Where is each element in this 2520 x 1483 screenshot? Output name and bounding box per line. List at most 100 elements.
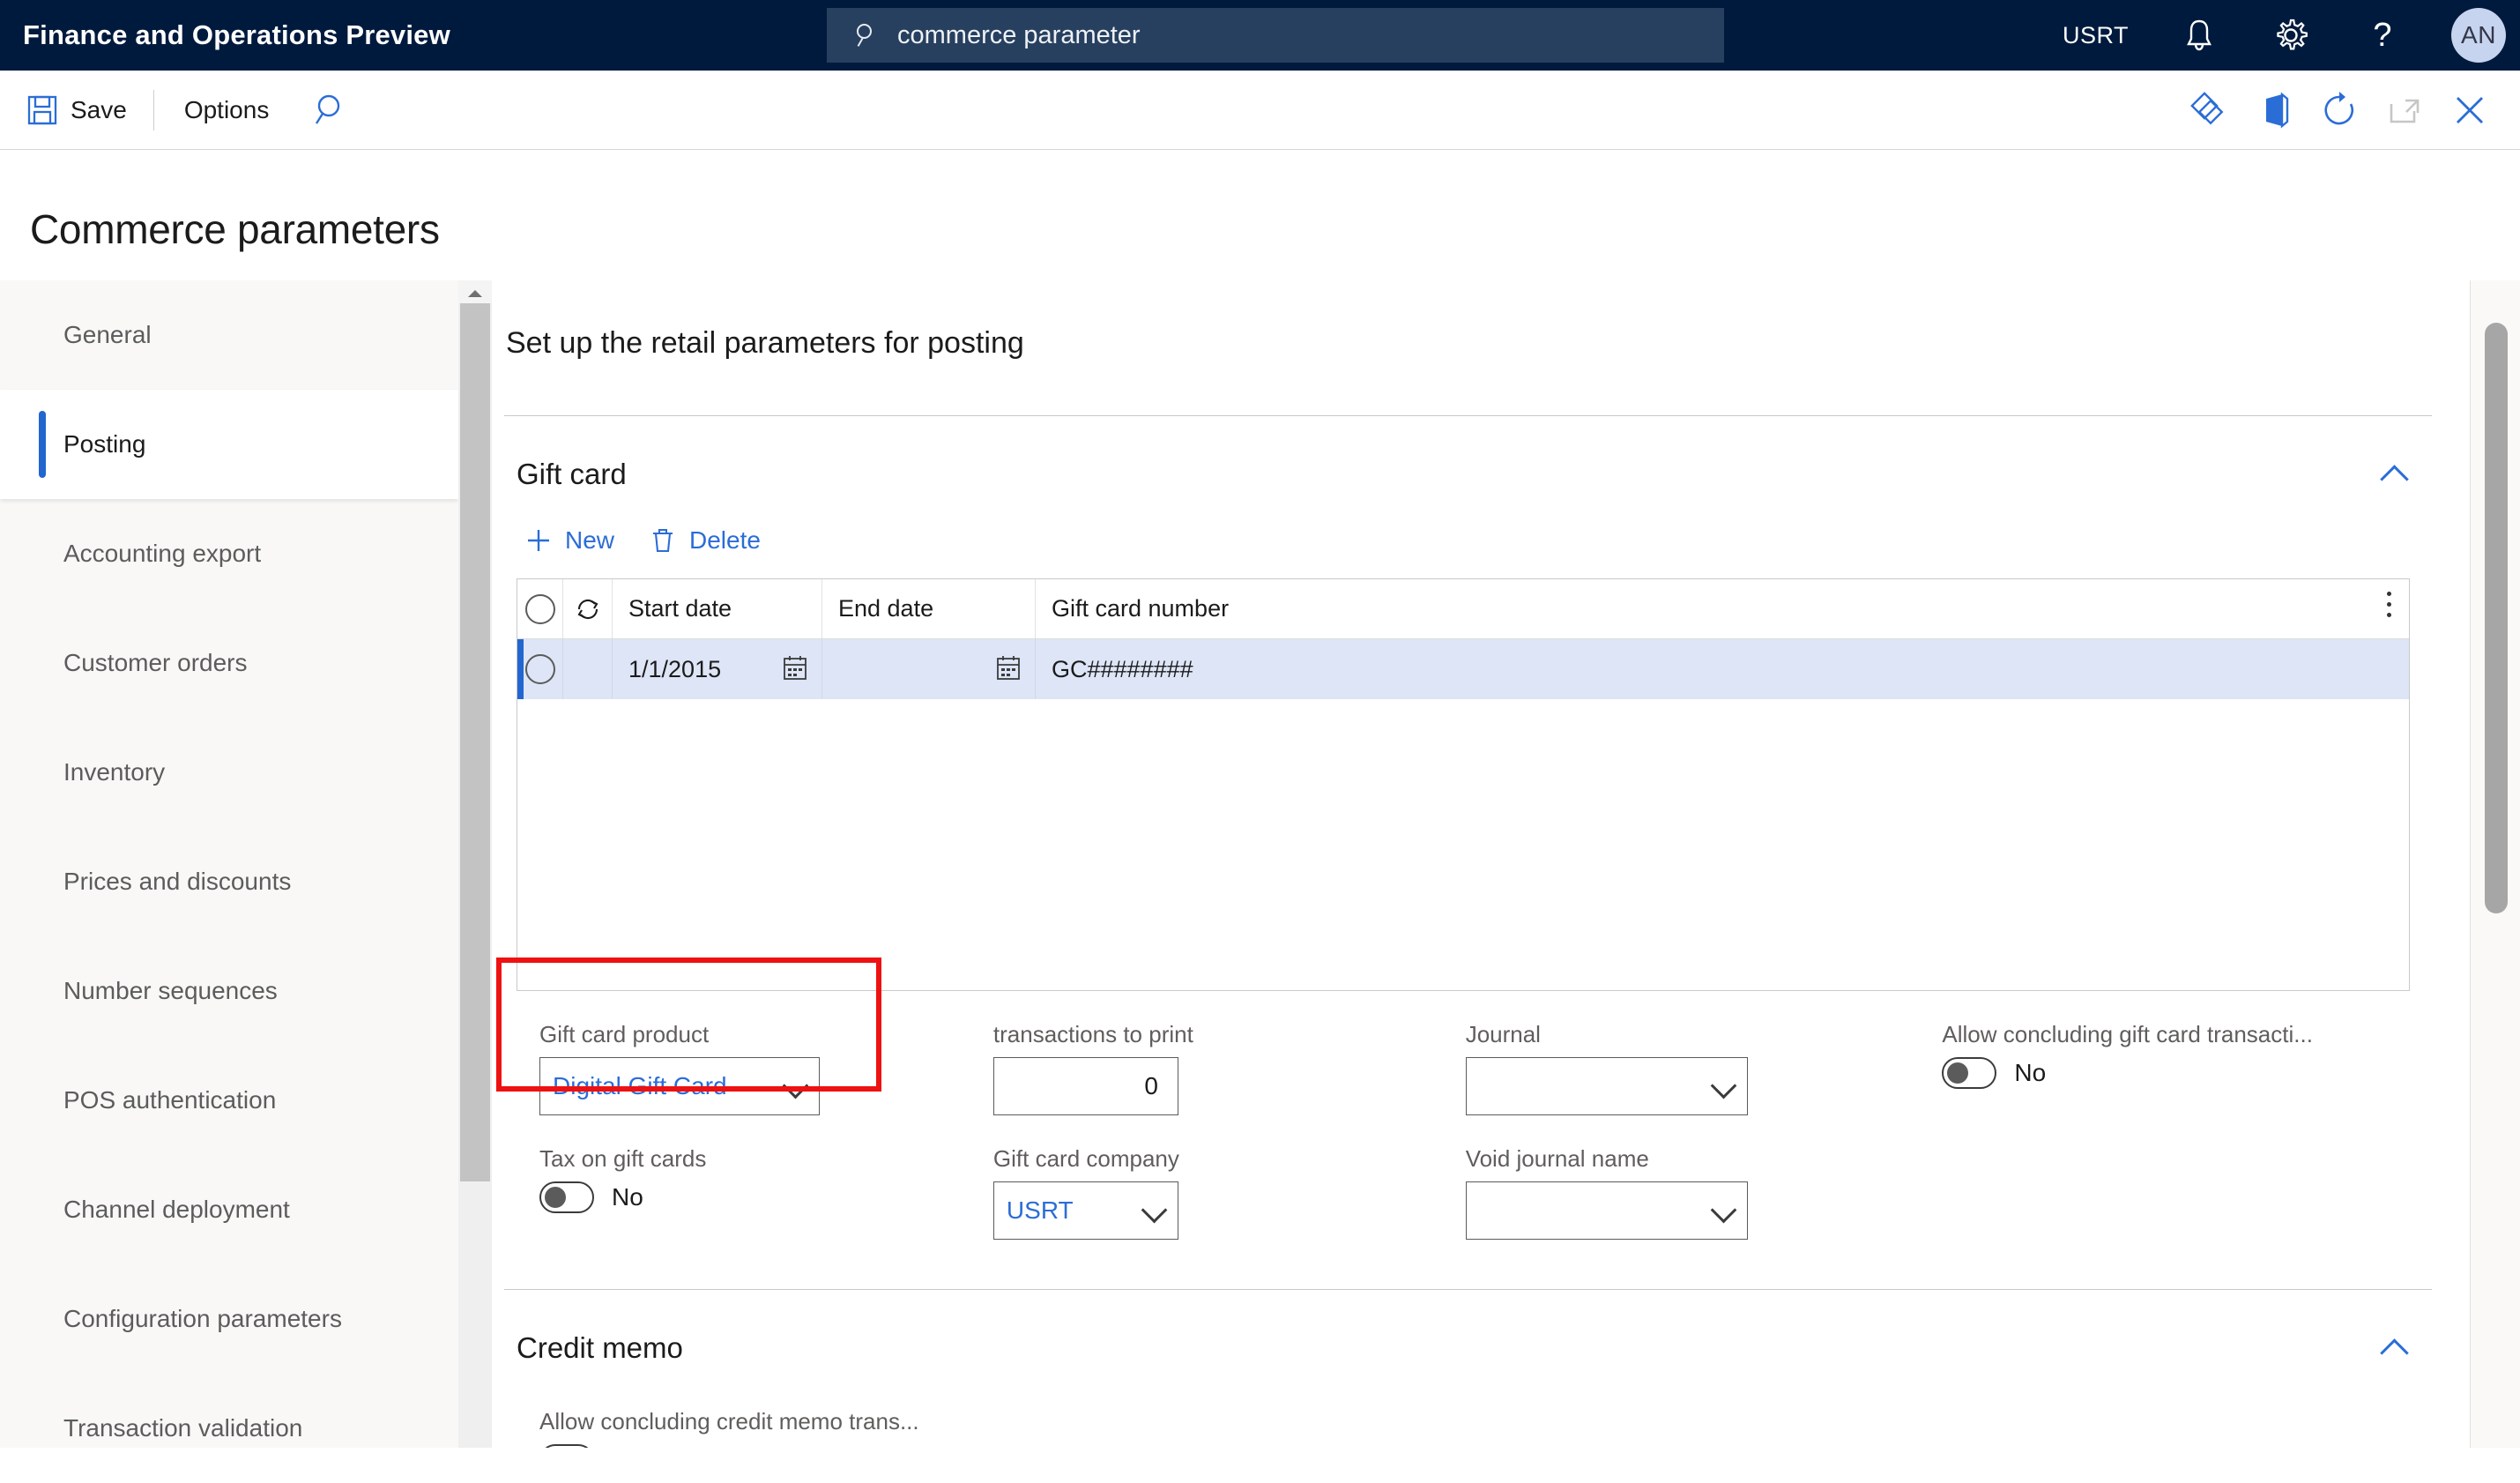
sidebar-scrollbar[interactable] (458, 280, 492, 1448)
row-select-cell[interactable] (517, 639, 563, 699)
scroll-up-arrow-icon[interactable] (458, 280, 492, 303)
select-all-circle-icon[interactable] (524, 593, 555, 624)
plus-icon (524, 525, 554, 555)
refresh-column-header[interactable] (563, 579, 613, 638)
new-button-label: New (565, 526, 615, 554)
refresh-icon[interactable] (2314, 85, 2365, 136)
allow-concluding-credit-memo-toggle-wrap: No (539, 1444, 997, 1448)
action-pane-right-icons (2169, 71, 2495, 150)
power-bi-icon[interactable] (2183, 85, 2234, 136)
void-journal-name-dropdown[interactable] (1465, 1181, 1748, 1240)
field-void-journal-name: Void journal name (1465, 1145, 1943, 1240)
search-input-value[interactable]: commerce parameter (897, 21, 1141, 50)
chevron-down-icon[interactable] (1712, 1075, 1735, 1098)
gift-card-company-value: USRT (1006, 1196, 1074, 1224)
journal-dropdown[interactable] (1465, 1057, 1748, 1115)
find-magnifier-icon[interactable] (311, 90, 352, 130)
chevron-down-icon[interactable] (1712, 1199, 1735, 1222)
cell-gift-card-number[interactable]: GC######## (1036, 639, 2409, 699)
field-label: Allow concluding credit memo trans... (539, 1408, 919, 1435)
cell-start-date-value: 1/1/2015 (628, 655, 722, 682)
column-header-gift-card-number[interactable]: Gift card number (1036, 579, 2409, 638)
row-refresh-cell (563, 639, 613, 699)
field-allow-concluding-gift-card: Allow concluding gift card transacti... … (1942, 1021, 2432, 1115)
table-row[interactable]: 1/1/2015 GC######## (517, 639, 2409, 699)
chevron-up-icon[interactable] (2377, 457, 2412, 492)
gift-card-section-title: Gift card (517, 458, 627, 490)
column-header-start-date[interactable]: Start date (613, 579, 822, 638)
sidebar-item-label: Posting (63, 430, 146, 458)
help-question-icon[interactable]: ? (2360, 12, 2405, 58)
select-all-header[interactable] (517, 579, 563, 638)
field-journal: Journal (1465, 1021, 1943, 1115)
chevron-down-icon[interactable] (1142, 1199, 1165, 1222)
sidebar-item-channel-deployment[interactable]: Channel deployment (0, 1155, 458, 1264)
row-select-circle-icon[interactable] (524, 654, 555, 684)
sidebar-item-pos-authentication[interactable]: POS authentication (0, 1046, 458, 1155)
company-indicator[interactable]: USRT (2063, 22, 2129, 49)
credit-memo-section-header[interactable]: Credit memo (504, 1290, 2432, 1366)
office-apps-icon[interactable] (2249, 85, 2300, 136)
gift-card-fields-row-2: Tax on gift cards No Gift card company U… (517, 1145, 2432, 1240)
main-content-area: Set up the retail parameters for posting… (492, 280, 2471, 1448)
sidebar-item-accounting-export[interactable]: Accounting export (0, 499, 458, 608)
gift-card-section-header[interactable]: Gift card (504, 416, 2432, 492)
sidebar-item-customer-orders[interactable]: Customer orders (0, 608, 458, 718)
settings-gear-icon[interactable] (2268, 12, 2314, 58)
top-bar-right-actions: USRT ? AN (2063, 0, 2520, 71)
notification-bell-icon[interactable] (2176, 12, 2222, 58)
tax-on-gift-cards-toggle[interactable] (539, 1181, 594, 1213)
transactions-to-print-input[interactable]: 0 (992, 1057, 1178, 1115)
credit-memo-section: Credit memo Allow concluding credit memo… (504, 1290, 2432, 1448)
field-label: Gift card product (539, 1021, 710, 1047)
field-gift-card-product: Gift card product Digital Gift Card (517, 1021, 993, 1115)
sidebar-scrollbar-thumb[interactable] (460, 303, 490, 1181)
field-tax-on-gift-cards: Tax on gift cards No (517, 1145, 993, 1240)
column-header-end-date[interactable]: End date (822, 579, 1036, 638)
delete-button-label: Delete (689, 526, 761, 554)
content-scrollbar-thumb[interactable] (2485, 323, 2508, 913)
cell-start-date[interactable]: 1/1/2015 (613, 639, 822, 699)
sidebar-item-inventory[interactable]: Inventory (0, 718, 458, 827)
global-search-box[interactable]: commerce parameter (827, 8, 1724, 63)
svg-text:?: ? (2373, 17, 2391, 54)
sidebar-item-label: Prices and discounts (63, 868, 292, 895)
sidebar-item-posting[interactable]: Posting (0, 390, 458, 499)
calendar-icon[interactable] (783, 654, 807, 681)
save-button[interactable]: Save (11, 89, 143, 131)
user-avatar[interactable]: AN (2451, 8, 2506, 63)
chevron-down-icon[interactable] (784, 1075, 807, 1098)
sidebar-item-label: Configuration parameters (63, 1305, 342, 1332)
toggle-knob (1947, 1062, 1969, 1084)
sidebar-item-label: Customer orders (63, 649, 248, 676)
allow-concluding-credit-memo-toggle[interactable] (539, 1444, 594, 1448)
sidebar-item-transaction-validation[interactable]: Transaction validation (0, 1374, 458, 1483)
sidebar-item-number-sequences[interactable]: Number sequences (0, 936, 458, 1046)
chevron-up-icon[interactable] (2377, 1330, 2412, 1366)
options-button[interactable]: Options (165, 91, 289, 130)
sidebar-item-prices-and-discounts[interactable]: Prices and discounts (0, 827, 458, 936)
grid-options-overflow-icon[interactable] (2384, 592, 2393, 627)
field-transactions-to-print: transactions to print 0 (992, 1021, 1466, 1115)
delete-button[interactable]: Delete (648, 525, 761, 555)
field-label: Gift card company (992, 1145, 1179, 1172)
content-scrollbar[interactable] (2471, 280, 2520, 1448)
sidebar-item-configuration-parameters[interactable]: Configuration parameters (0, 1264, 458, 1374)
allow-concluding-gift-card-toggle-wrap: No (1942, 1057, 2432, 1089)
trash-icon (648, 525, 678, 555)
tax-on-gift-cards-toggle-wrap: No (539, 1181, 993, 1213)
gift-card-product-dropdown[interactable]: Digital Gift Card (539, 1057, 820, 1115)
close-icon[interactable] (2444, 85, 2495, 136)
sidebar-item-general[interactable]: General (0, 280, 458, 390)
sidebar-item-label: POS authentication (63, 1086, 277, 1114)
open-in-new-window-icon[interactable] (2379, 85, 2430, 136)
new-button[interactable]: New (524, 525, 614, 555)
cell-end-date[interactable] (822, 639, 1036, 699)
allow-concluding-gift-card-toggle[interactable] (1942, 1057, 1997, 1089)
credit-memo-section-title: Credit memo (517, 1331, 683, 1364)
gift-card-fields-row-1: Gift card product Digital Gift Card tran… (517, 1021, 2432, 1115)
gift-card-company-dropdown[interactable]: USRT (992, 1181, 1178, 1240)
calendar-icon[interactable] (996, 654, 1021, 681)
grid-header-row: Start date End date Gift card number (517, 579, 2409, 639)
